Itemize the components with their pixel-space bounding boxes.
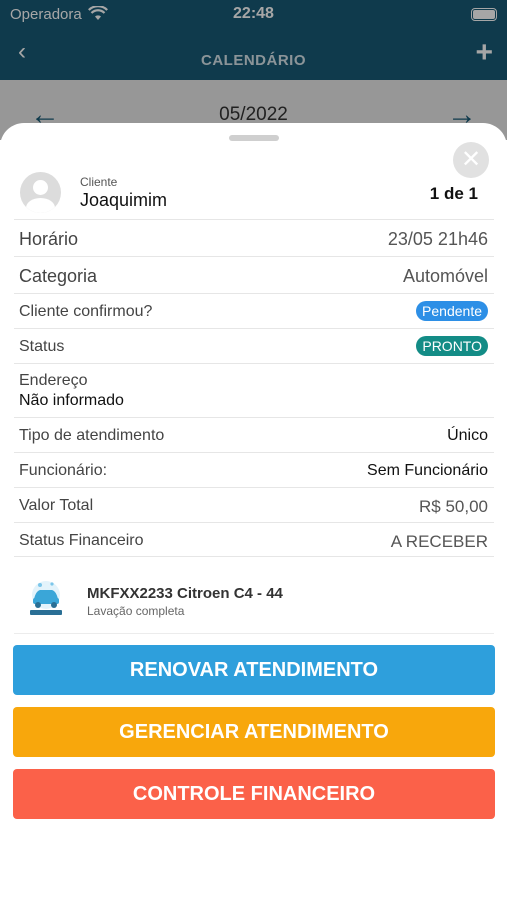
modal-backdrop[interactable] [0, 0, 507, 140]
status-financeiro-value: A RECEBER [390, 532, 488, 551]
endereco-label: Endereço [19, 372, 88, 389]
financial-control-button[interactable]: CONTROLE FINANCEIRO [13, 769, 495, 819]
status-financeiro-label: Status Financeiro [19, 532, 144, 549]
horario-value: 23/05 21h46 [387, 229, 488, 249]
avatar [20, 172, 61, 213]
sheet-grabber[interactable] [229, 135, 279, 141]
row-endereco: Endereço Não informado [14, 363, 494, 417]
endereco-value: Não informado [19, 392, 124, 409]
tipo-value: Único [447, 427, 488, 444]
funcionario-label: Funcionário: [19, 462, 108, 479]
row-horario: Horário 23/05 21h46 [14, 219, 494, 256]
valor-value: R$ 50,00 [419, 497, 488, 516]
manage-appointment-button[interactable]: GERENCIAR ATENDIMENTO [13, 707, 495, 757]
row-status: Status PRONTO [14, 328, 494, 363]
horario-label: Horário [19, 229, 79, 249]
confirmou-label: Cliente confirmou? [19, 303, 153, 320]
service-name: Lavação completa [87, 604, 185, 618]
vehicle-title: MKFXX2233 Citroen C4 - 44 [87, 585, 283, 602]
categoria-label: Categoria [19, 266, 98, 286]
appointment-sheet: ✕ Cliente Joaquimim 1 de 1 Horário 23/05… [0, 123, 507, 900]
client-label: Cliente [80, 175, 118, 189]
client-name: Joaquimim [80, 190, 168, 210]
details-list: Horário 23/05 21h46 Categoria Automóvel … [14, 219, 494, 557]
pending-badge: Pendente [416, 301, 488, 321]
vehicle-item[interactable]: MKFXX2233 Citroen C4 - 44 Lavação comple… [14, 556, 494, 634]
appointment-counter: 1 de 1 [429, 184, 478, 203]
car-wash-logo-icon [26, 579, 66, 617]
valor-label: Valor Total [19, 497, 94, 514]
row-valor: Valor Total R$ 50,00 [14, 487, 494, 522]
client-header: Cliente Joaquimim 1 de 1 [20, 172, 490, 218]
categoria-value: Automóvel [402, 266, 488, 286]
row-tipo: Tipo de atendimento Único [14, 417, 494, 452]
row-categoria: Categoria Automóvel [14, 256, 494, 293]
row-funcionario: Funcionário: Sem Funcionário [14, 452, 494, 487]
status-badge: PRONTO [416, 336, 488, 356]
status-label: Status [19, 338, 65, 355]
renew-appointment-button[interactable]: RENOVAR ATENDIMENTO [13, 645, 495, 695]
row-confirmou: Cliente confirmou? Pendente [14, 293, 494, 328]
tipo-label: Tipo de atendimento [19, 427, 165, 444]
funcionario-value: Sem Funcionário [367, 462, 488, 479]
row-status-financeiro: Status Financeiro A RECEBER [14, 522, 494, 557]
